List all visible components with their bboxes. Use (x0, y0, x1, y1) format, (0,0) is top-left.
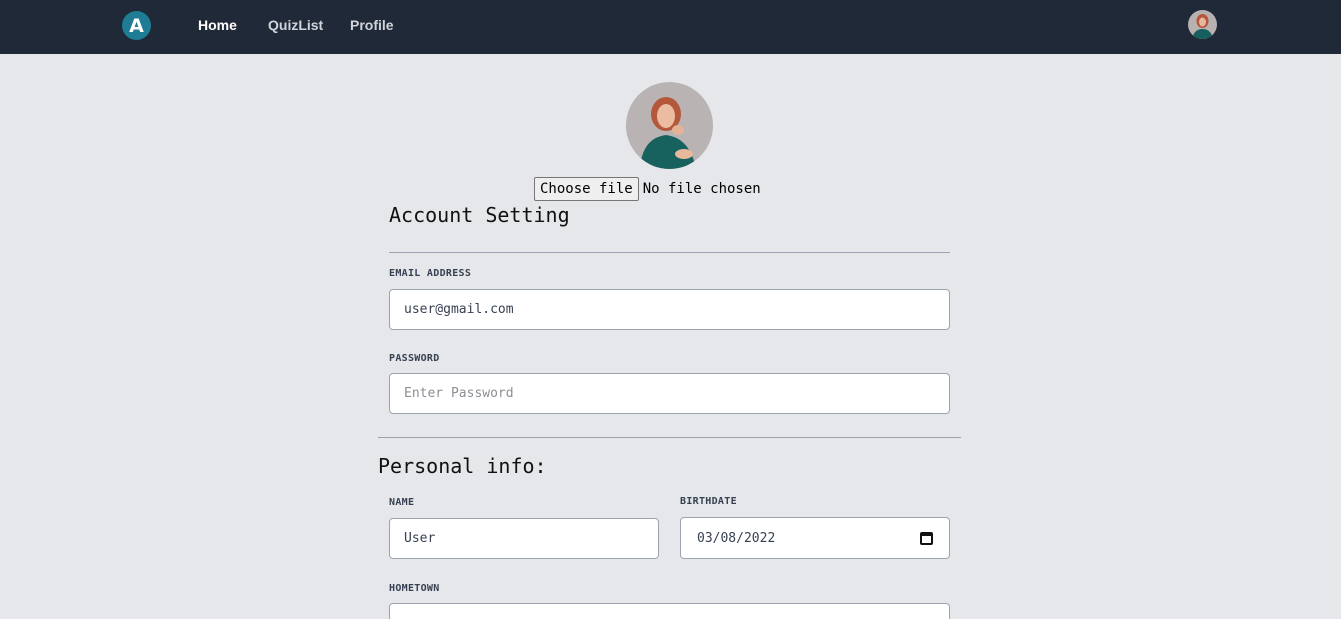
file-status-text: No file chosen (642, 181, 761, 197)
nav-quizlist-link[interactable]: QuizList (268, 17, 323, 33)
top-navbar: A Home QuizList Profile (0, 0, 1341, 54)
choose-file-button[interactable]: Choose file (534, 177, 639, 201)
email-label: EMAIL ADDRESS (389, 268, 472, 279)
password-label: PASSWORD (389, 353, 440, 364)
app-logo[interactable]: A (122, 11, 151, 40)
name-label: NAME (389, 497, 415, 508)
personal-info-heading: Personal info: (378, 454, 547, 478)
personal-divider (378, 437, 961, 438)
nav-profile-link[interactable]: Profile (350, 17, 394, 33)
birthdate-value: 03/08/2022 (697, 530, 776, 546)
password-field[interactable] (389, 373, 950, 414)
nav-home-link[interactable]: Home (198, 17, 237, 33)
email-field[interactable] (389, 289, 950, 330)
account-divider (389, 252, 950, 253)
hometown-field[interactable] (389, 603, 950, 619)
calendar-icon[interactable] (920, 531, 933, 545)
hometown-label: HOMETOWN (389, 583, 440, 594)
user-avatar[interactable] (1188, 10, 1217, 39)
birthdate-label: BIRTHDATE (680, 496, 737, 507)
account-setting-heading: Account Setting (389, 203, 570, 227)
profile-photo (626, 82, 713, 169)
profile-photo-upload: Choose file No file chosen (534, 177, 761, 201)
birthdate-field[interactable]: 03/08/2022 (680, 517, 950, 559)
name-field[interactable] (389, 518, 659, 559)
